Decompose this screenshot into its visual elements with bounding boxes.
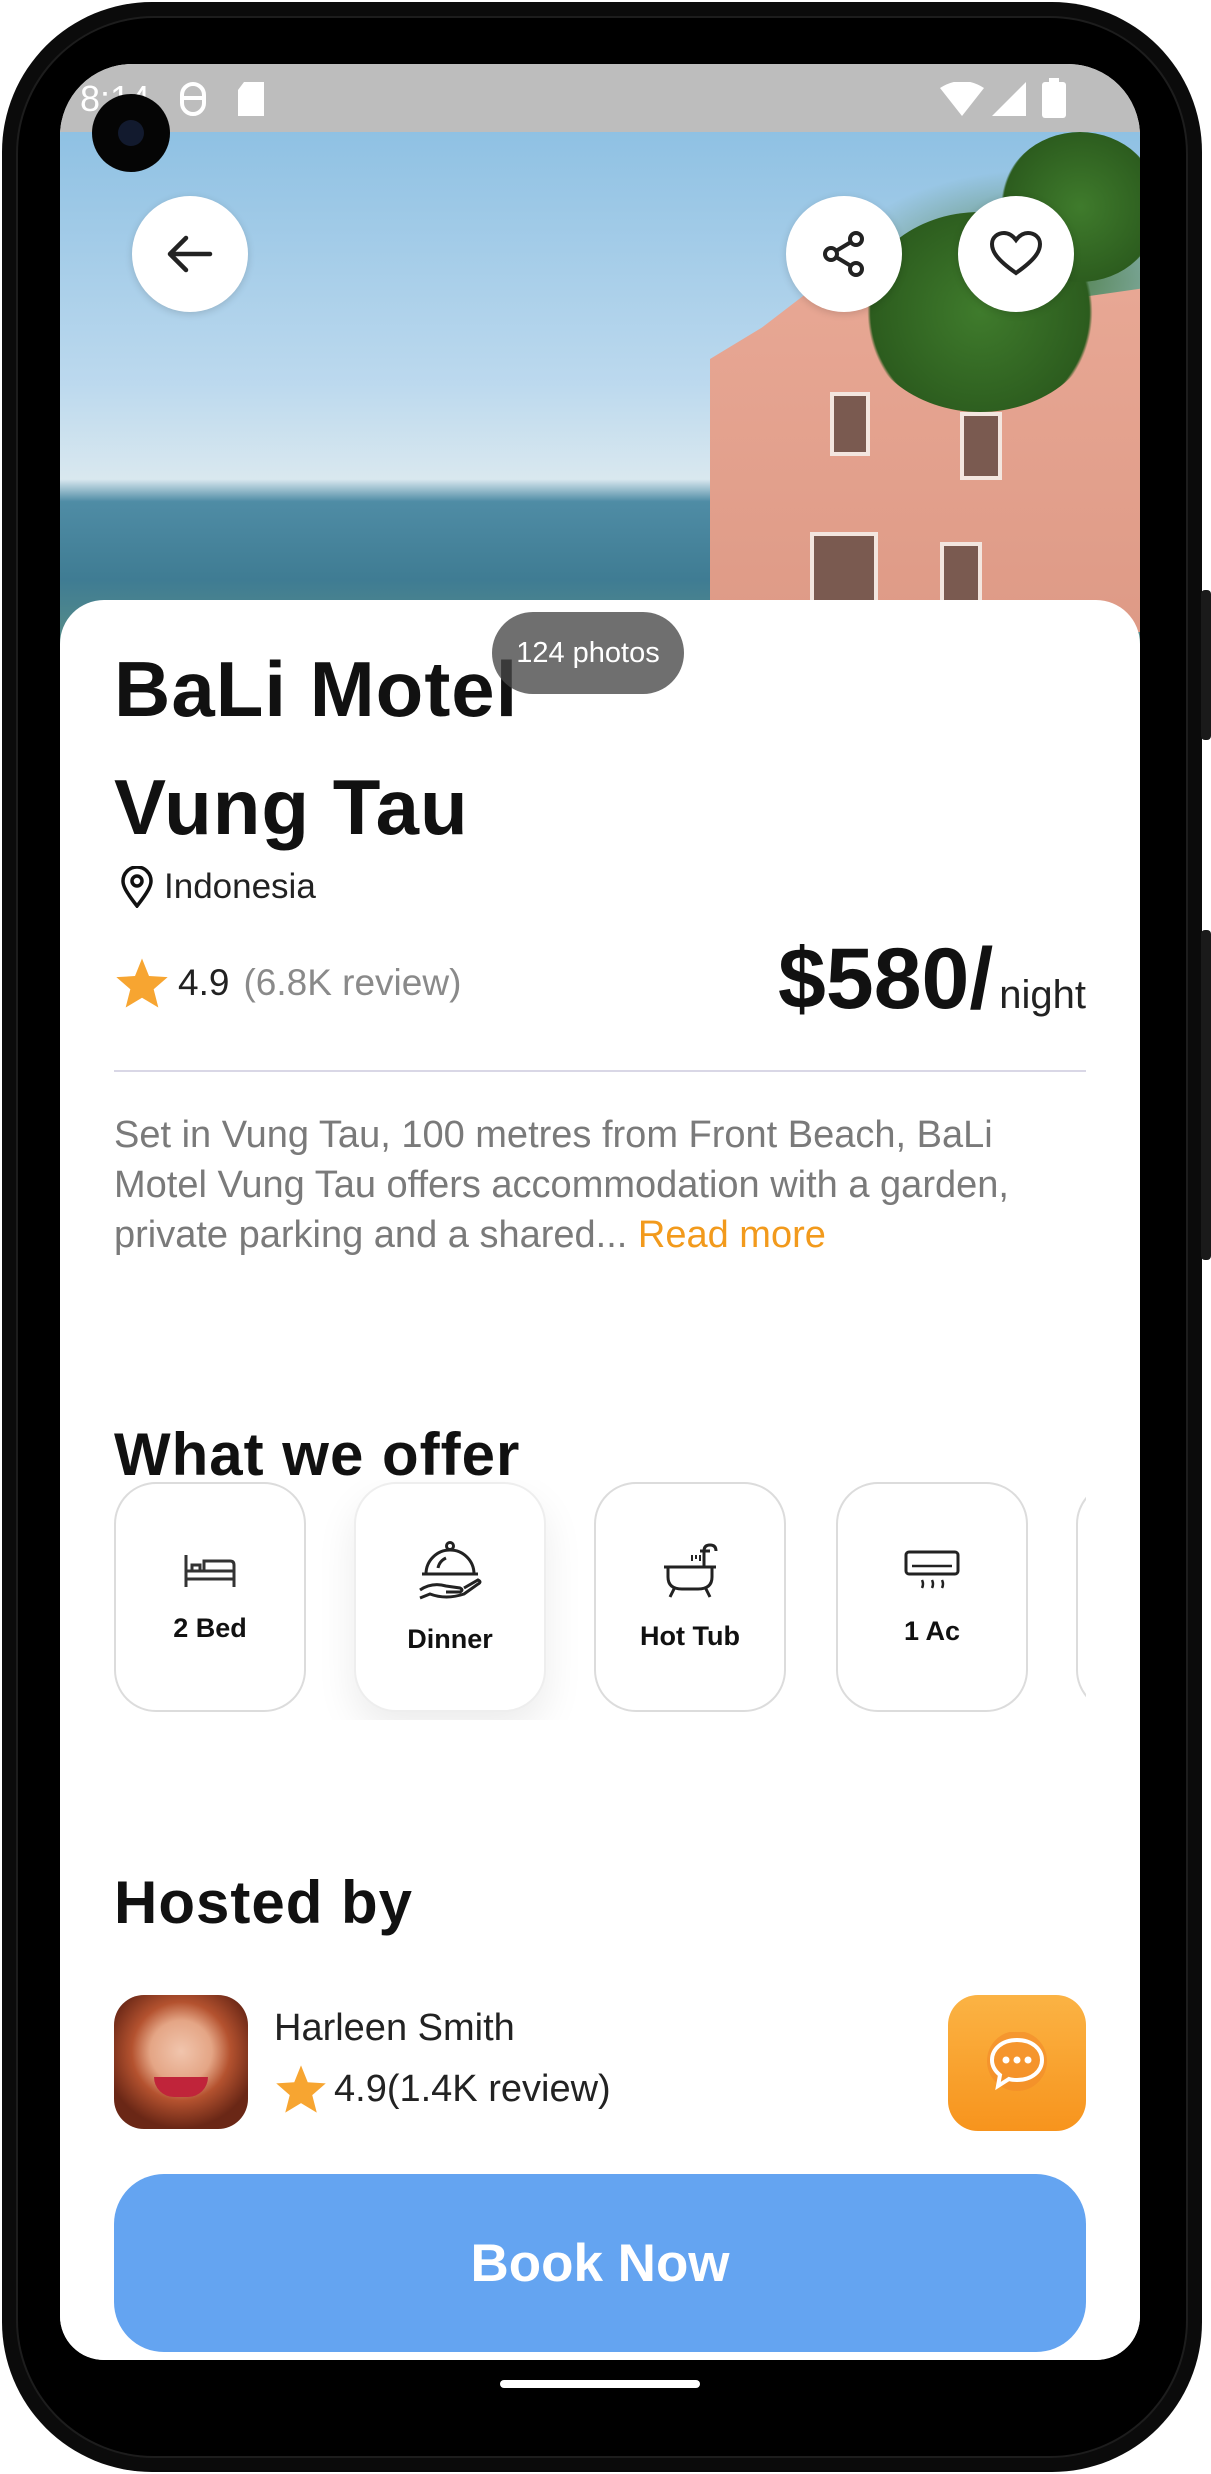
description-text: Set in Vung Tau, 100 metres from Front B… — [114, 1114, 1009, 1256]
offer-item-ac[interactable]: 1 Ac — [836, 1482, 1028, 1712]
phone-screen: 8:14 — [60, 64, 1140, 2360]
review-count[interactable]: (6.8K review) — [243, 962, 461, 1004]
photo-count-badge[interactable]: 124 photos — [492, 612, 684, 694]
hosted-by-heading: Hosted by — [114, 1869, 414, 1936]
favorite-button[interactable] — [958, 196, 1074, 312]
divider — [114, 1070, 1086, 1072]
offers-heading: What we offer — [114, 1421, 521, 1488]
arrow-left-icon — [167, 235, 213, 273]
status-bar: 8:14 — [60, 64, 1140, 132]
bed-icon — [184, 1554, 236, 1587]
read-more-link[interactable]: Read more — [638, 1214, 826, 1256]
location-pin-icon — [121, 866, 153, 908]
offer-label: 1 Ac — [903, 1615, 961, 1646]
power-button — [1201, 590, 1211, 740]
book-now-button[interactable]: Book Now — [114, 2174, 1086, 2352]
air-conditioner-icon — [904, 1550, 960, 1589]
host-avatar[interactable] — [114, 1995, 248, 2129]
battery-icon — [1042, 78, 1066, 123]
offer-item-hot-tub[interactable]: Hot Tub — [594, 1482, 786, 1712]
privacy-icon — [178, 82, 208, 121]
offer-label: Hot Tub — [640, 1620, 740, 1651]
listing-title-line2: Vung Tau — [114, 763, 469, 851]
front-camera — [92, 94, 170, 172]
wifi-icon — [940, 81, 984, 121]
star-icon — [276, 2065, 326, 2113]
host-name: Harleen Smith — [274, 2007, 515, 2049]
heart-icon — [990, 231, 1042, 276]
rating-row: 4.9 (6.8K review) — [114, 956, 461, 1010]
offer-item-bed[interactable]: 2 Bed — [114, 1482, 306, 1712]
offers-list[interactable]: 2 Bed Dinner Hot Tub 1 Ac — [114, 1480, 1086, 1720]
location-row: Indonesia — [120, 866, 316, 908]
description: Set in Vung Tau, 100 metres from Front B… — [114, 1110, 1084, 1260]
host-card: Harleen Smith 4.9(1.4K review) — [114, 1995, 1086, 2131]
offer-label: 2 Bed — [173, 1612, 247, 1643]
offer-item-dinner[interactable]: Dinner — [354, 1482, 546, 1712]
share-button[interactable] — [786, 196, 902, 312]
location-text: Indonesia — [164, 867, 316, 906]
price-amount: $580/ — [778, 931, 994, 1027]
host-rating-text: 4.9(1.4K review) — [334, 2067, 611, 2110]
offer-label: Dinner — [407, 1623, 493, 1654]
chat-button[interactable] — [948, 1995, 1086, 2131]
dinner-icon — [419, 1540, 482, 1599]
bathtub-icon — [664, 1542, 718, 1598]
host-rating: 4.9(1.4K review) — [274, 2063, 611, 2115]
rating-value: 4.9 — [178, 962, 230, 1003]
listing-details-sheet: BaLi Motel Vung Tau Indonesia 4.9 (6.8K … — [60, 600, 1140, 2360]
listing-title: BaLi Motel Vung Tau — [114, 630, 814, 866]
listing-title-line1: BaLi Motel — [114, 645, 519, 733]
offer-item-more[interactable] — [1076, 1482, 1086, 1712]
signal-icon — [992, 82, 1026, 121]
share-icon — [823, 231, 864, 277]
price-unit: night — [999, 973, 1086, 1017]
price-block: $580/ night — [778, 930, 1086, 1029]
sd-card-icon — [236, 82, 266, 121]
back-button[interactable] — [132, 196, 248, 312]
star-icon — [116, 958, 168, 1008]
volume-button — [1201, 930, 1211, 1260]
chat-bubble-icon — [987, 2032, 1047, 2091]
home-indicator[interactable] — [500, 2380, 700, 2388]
